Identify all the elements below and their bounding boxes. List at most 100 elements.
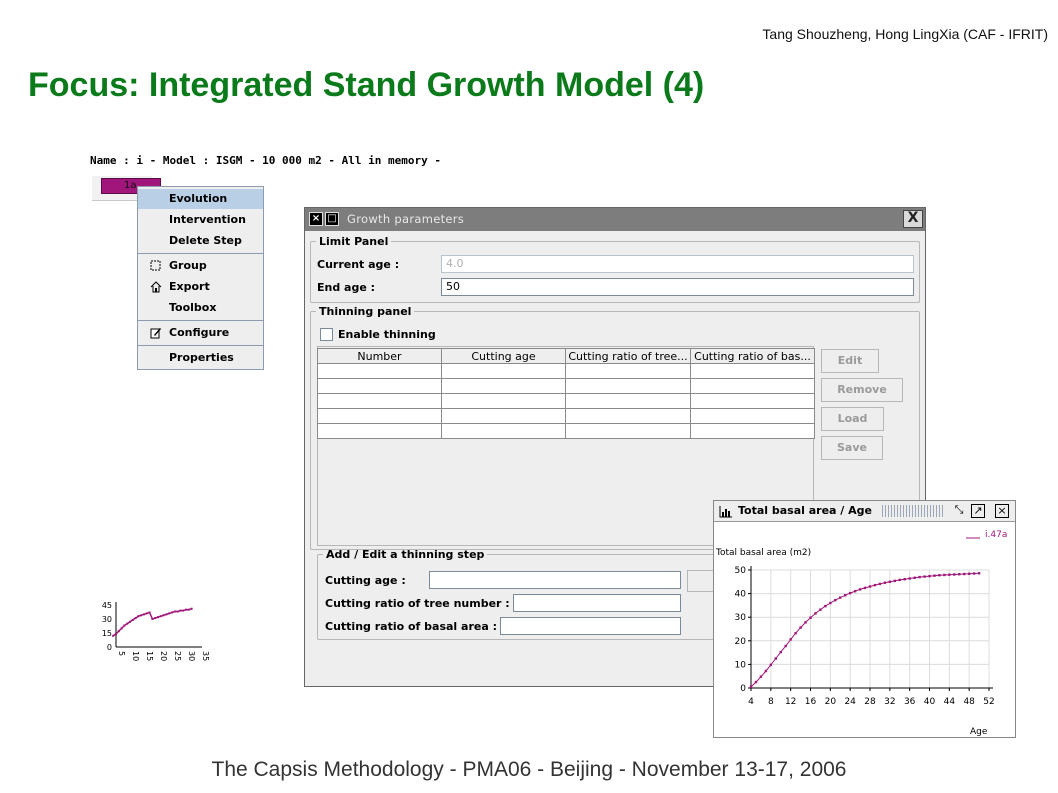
menu-item-group[interactable]: Group [138,256,263,276]
slide-footer: The Capsis Methodology - PMA06 - Beijing… [211,758,847,781]
x-tick-label: 4 [748,697,754,707]
data-point [839,596,842,599]
slide-authors: Tang Shouzheng, Hong LingXia (CAF - IFRI… [762,26,1048,42]
table-row[interactable] [317,408,815,424]
data-point [844,594,847,597]
data-point [938,573,941,577]
data-point [858,588,862,591]
mini-data-point [190,607,193,610]
data-point [853,590,857,593]
menu-item-properties[interactable]: Properties [138,348,263,368]
close-icon[interactable]: X [903,210,923,228]
menu-item-intervention[interactable]: Intervention [138,210,263,230]
table-row[interactable] [317,423,815,439]
maximize-box-icon[interactable]: □ [325,212,339,226]
column-header-cutting-age[interactable]: Cutting age [441,348,566,364]
close-box-icon[interactable]: × [309,212,323,226]
cutting-ratio-tree-field[interactable] [513,594,681,612]
data-point [764,669,768,673]
mini-data-point [176,610,179,613]
cutting-ratio-tree-label: Cutting ratio of tree number : [325,597,510,610]
data-point [774,657,777,660]
load-button[interactable]: Load [821,407,884,431]
data-point [749,685,753,689]
mini-x-tick-label: 35 [201,651,210,661]
mini-data-point [112,634,115,637]
mini-y-tick-label: 45 [102,601,112,610]
mini-data-point [179,609,182,612]
menu-item-evolution[interactable]: Evolution [138,189,263,209]
menu-item-export[interactable]: Export [138,277,263,297]
x-tick-label: 32 [884,697,895,707]
x-tick-label: 40 [924,697,936,707]
data-point [948,573,951,576]
mini-data-point [131,618,134,621]
column-header-cutting-ratio-basal[interactable]: Cutting ratio of bas... [690,348,815,364]
table-row[interactable] [317,393,815,409]
cutting-ratio-basal-label: Cutting ratio of basal area : [325,620,497,633]
mini-x-tick-label: 25 [173,651,182,661]
end-age-field[interactable]: 50 [441,278,914,296]
add-edit-panel-legend: Add / Edit a thinning step [326,548,485,561]
cutting-age-field[interactable] [429,571,681,589]
data-point [824,604,827,608]
data-point [799,626,802,629]
data-point [848,591,852,595]
mini-data-point [117,630,120,633]
close-icon[interactable]: × [995,504,1009,518]
data-point [878,582,882,586]
legend-label: i.47a [985,530,1007,540]
current-age-field[interactable]: 4.0 [441,255,914,273]
x-tick-label: 8 [768,697,774,707]
mini-data-point [159,615,162,618]
data-point [769,663,773,667]
data-point [819,608,822,611]
chart-window: Total basal area / Age ⤡ ↗ × i.47a Total … [713,500,1016,738]
table-row[interactable] [317,378,815,394]
mini-data-point [145,612,148,615]
mini-data-point [140,614,143,617]
save-button[interactable]: Save [821,436,883,460]
y-tick-label: 0 [740,684,746,694]
chart-window-titlebar[interactable]: Total basal area / Age ⤡ ↗ × [714,501,1015,522]
menu-item-label: Intervention [169,213,246,226]
y-tick-label: 40 [735,590,747,600]
mini-data-point [115,632,117,635]
mini-y-tick-label: 0 [107,643,112,652]
menu-item-toolbox[interactable]: Toolbox [138,298,263,318]
x-tick-label: 16 [805,697,817,707]
data-point [834,599,837,602]
column-header-cutting-ratio-tree[interactable]: Cutting ratio of tree... [565,348,691,364]
data-point [754,680,758,684]
minimize-icon[interactable]: ⤡ [952,504,966,518]
data-point [779,650,782,654]
slide-title: Focus: Integrated Stand Growth Model (4) [28,66,705,104]
mini-x-tick-label: 20 [159,651,168,661]
mini-x-tick-label: 30 [187,651,196,661]
mini-x-tick-label: 5 [117,651,126,656]
dialog-titlebar[interactable]: × □ Growth parameters X [305,208,925,231]
mini-data-point [157,616,159,619]
menu-item-configure[interactable]: Configure [138,323,263,343]
mini-growth-chart: 45 30 15 05 10 15 20 25 30 35 [102,601,210,661]
menu-item-delete-step[interactable]: Delete Step [138,231,263,251]
menu-separator [138,253,263,254]
x-tick-label: 36 [904,697,916,707]
enable-thinning-checkbox[interactable] [320,328,333,341]
mini-y-tick-label: 15 [102,629,112,638]
mini-data-point [165,613,168,616]
cutting-ratio-basal-field[interactable] [500,617,681,635]
data-point [928,574,931,578]
series-line [750,572,980,688]
remove-button[interactable]: Remove [821,378,903,402]
table-row[interactable] [317,363,815,379]
menu-separator [138,345,263,346]
mini-x-tick-label: 10 [131,651,140,661]
column-header-number[interactable]: Number [317,348,442,364]
edit-button[interactable]: Edit [821,349,879,373]
y-tick-label: 50 [735,566,747,576]
menu-separator [138,320,263,321]
data-point [967,572,971,575]
maximize-icon[interactable]: ↗ [971,504,985,518]
data-point [863,586,867,590]
